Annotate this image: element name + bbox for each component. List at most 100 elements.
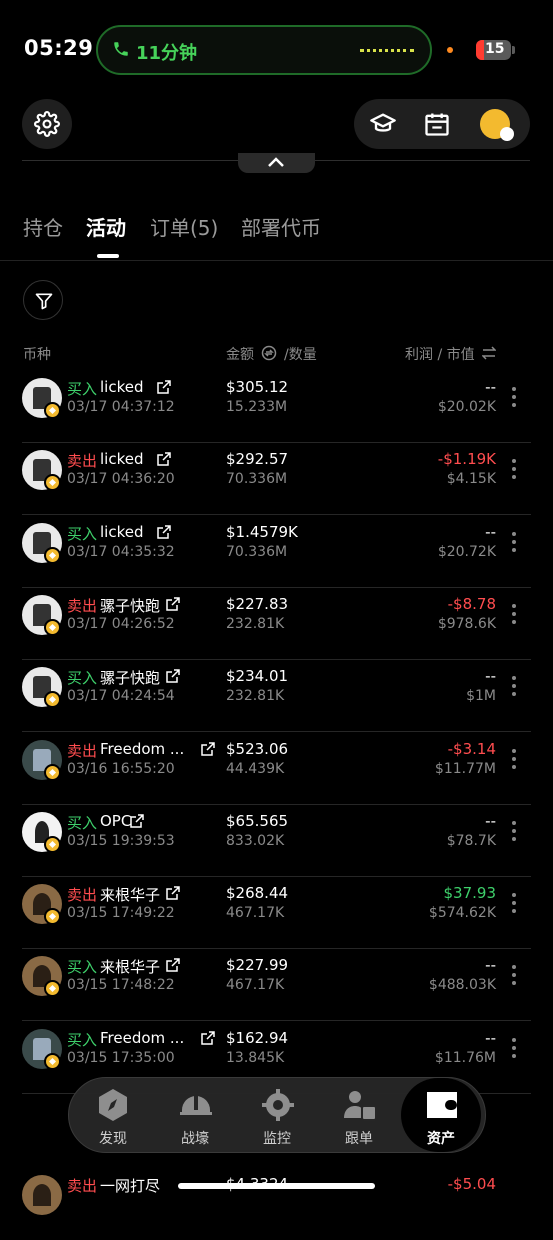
trade-time: 03/17 04:35:32 xyxy=(67,543,175,560)
market-cap: $574.62K xyxy=(428,905,496,922)
column-qty: /数量 xyxy=(284,347,317,363)
trade-qty: 232.81K xyxy=(226,615,285,632)
active-tab-indicator xyxy=(97,254,119,258)
collapse-button[interactable] xyxy=(238,153,315,173)
trade-side: 买入 xyxy=(67,669,98,688)
trade-pnl: -- xyxy=(485,378,496,396)
trade-side: 卖出 xyxy=(67,452,98,471)
more-options-icon[interactable] xyxy=(509,603,519,628)
activity-row[interactable]: 卖出 Freedom ... 03/16 16:55:20 $523.06 44.439… xyxy=(0,733,553,805)
tab-holdings[interactable]: 持仓 xyxy=(23,212,63,241)
more-options-icon[interactable] xyxy=(509,1037,519,1062)
coin-name: 一网打尽 xyxy=(100,1177,161,1195)
more-options-icon[interactable] xyxy=(509,676,519,700)
coin-name: 来根华子 xyxy=(100,886,161,905)
external-link-icon[interactable] xyxy=(166,885,180,900)
tab-activity[interactable]: 活动 xyxy=(86,212,126,241)
external-link-icon[interactable] xyxy=(201,741,215,756)
trade-qty: 467.17K xyxy=(226,977,285,994)
activity-row[interactable]: 买入 licked 03/17 04:37:12 $305.12 15.233M -- $2… xyxy=(0,371,553,443)
trade-amount: $227.83 xyxy=(226,594,289,613)
activity-row[interactable]: 买入 OPC 03/15 19:39:53 $65.565 833.02K -- $78.7… xyxy=(0,805,553,877)
nav-monitor[interactable]: 监控 xyxy=(237,1078,317,1152)
trade-qty: 70.336M xyxy=(226,543,288,560)
external-link-icon[interactable] xyxy=(166,957,180,973)
swap-icon[interactable] xyxy=(482,346,496,360)
call-activity-pill[interactable]: 11分钟 xyxy=(96,25,432,75)
compass-icon xyxy=(99,1089,127,1121)
coin-name: Freedom ... xyxy=(100,739,185,758)
trade-side: 卖出 xyxy=(67,886,98,905)
external-link-icon[interactable] xyxy=(166,596,180,611)
calendar-icon[interactable] xyxy=(423,110,451,138)
settings-button[interactable] xyxy=(22,99,72,149)
bnb-chain-icon xyxy=(44,908,61,926)
trade-pnl: -- xyxy=(485,811,496,830)
trade-qty: 467.17K xyxy=(226,905,285,922)
trade-time: 03/17 04:24:54 xyxy=(67,688,175,705)
bnb-chain-icon xyxy=(44,1052,61,1070)
nav-label: 发现 xyxy=(99,1131,127,1147)
audio-waveform-icon xyxy=(360,49,414,52)
trade-pnl: -- xyxy=(485,956,496,975)
bnb-chain-icon xyxy=(44,835,61,853)
tab-orders[interactable]: 订单(5) xyxy=(150,212,218,241)
more-options-icon[interactable] xyxy=(509,387,519,411)
nav-trenches[interactable]: 战壕 xyxy=(155,1078,235,1152)
filter-button[interactable] xyxy=(23,280,63,320)
external-link-icon[interactable] xyxy=(166,668,180,683)
trade-side: 买入 xyxy=(67,524,98,543)
battery-level: 15 xyxy=(485,41,505,57)
coin-name: OPC xyxy=(100,811,132,830)
market-cap: $1M xyxy=(466,688,496,705)
trade-time: 03/15 17:49:22 xyxy=(67,905,175,922)
filter-icon xyxy=(35,293,53,310)
more-options-icon[interactable] xyxy=(509,965,519,989)
trade-pnl: -$3.14 xyxy=(447,739,496,758)
activity-row[interactable]: 买入 骡子快跑 03/17 04:24:54 $234.01 232.81K -- $1M xyxy=(0,660,553,733)
status-time: 05:29 xyxy=(24,36,94,60)
external-link-icon[interactable] xyxy=(201,1030,215,1045)
coin-avatar xyxy=(22,1175,62,1215)
trade-time: 03/16 16:55:20 xyxy=(67,760,175,777)
activity-row[interactable]: 卖出 licked 03/17 04:36:20 $292.57 70.336M -$1.… xyxy=(0,443,553,516)
trade-pnl: -$1.19K xyxy=(437,450,496,469)
nav-label: 跟单 xyxy=(345,1131,373,1147)
more-options-icon[interactable] xyxy=(509,820,519,845)
external-link-icon[interactable] xyxy=(157,379,171,394)
coin-name: 来根华子 xyxy=(100,958,161,977)
coin-name: licked xyxy=(100,450,144,469)
activity-row[interactable]: 买入 licked 03/17 04:35:32 $1.4579K 70.336M -- $… xyxy=(0,516,553,588)
trade-time: 03/17 04:36:20 xyxy=(67,471,175,488)
more-options-icon[interactable] xyxy=(509,459,519,483)
trade-amount: $1.4579K xyxy=(226,522,298,541)
trade-amount: $292.57 xyxy=(226,450,289,469)
nav-copy-trade[interactable]: 跟单 xyxy=(319,1078,399,1152)
call-timer: 11分钟 xyxy=(136,43,198,64)
external-link-icon[interactable] xyxy=(157,524,171,539)
trade-pnl: -- xyxy=(485,667,496,686)
external-link-icon[interactable] xyxy=(157,451,171,467)
phone-icon xyxy=(114,42,128,56)
nav-discover[interactable]: 发现 xyxy=(73,1078,153,1152)
trade-time: 03/17 04:26:52 xyxy=(67,615,175,632)
tab-deploy-token[interactable]: 部署代币 xyxy=(241,212,321,241)
activity-row[interactable]: 卖出 来根华子 03/15 17:49:22 $268.44 467.17K $37.93… xyxy=(0,877,553,950)
currency-toggle-icon[interactable] xyxy=(261,345,277,361)
graduation-cap-icon[interactable] xyxy=(368,110,398,138)
column-pnl-mcap: 利润 / 市值 xyxy=(405,347,475,363)
bnb-chain-icon xyxy=(44,546,61,564)
nav-label: 监控 xyxy=(263,1131,291,1147)
activity-row[interactable]: 卖出 骡子快跑 03/17 04:26:52 $227.83 232.81K -$8.78… xyxy=(0,588,553,660)
more-options-icon[interactable] xyxy=(509,748,519,773)
nav-assets[interactable]: 资产 xyxy=(401,1078,481,1152)
trade-side: 买入 xyxy=(67,1030,98,1049)
more-options-icon[interactable] xyxy=(509,893,519,917)
chevron-up-icon xyxy=(268,157,284,167)
bnb-chain-icon xyxy=(44,474,61,492)
market-cap: $978.6K xyxy=(437,615,496,632)
external-link-icon[interactable] xyxy=(130,813,145,828)
activity-row[interactable]: 买入 来根华子 03/15 17:48:22 $227.99 467.17K -- $488… xyxy=(0,949,553,1022)
more-options-icon[interactable] xyxy=(509,531,519,556)
avatar-menu-icon[interactable] xyxy=(500,127,514,141)
